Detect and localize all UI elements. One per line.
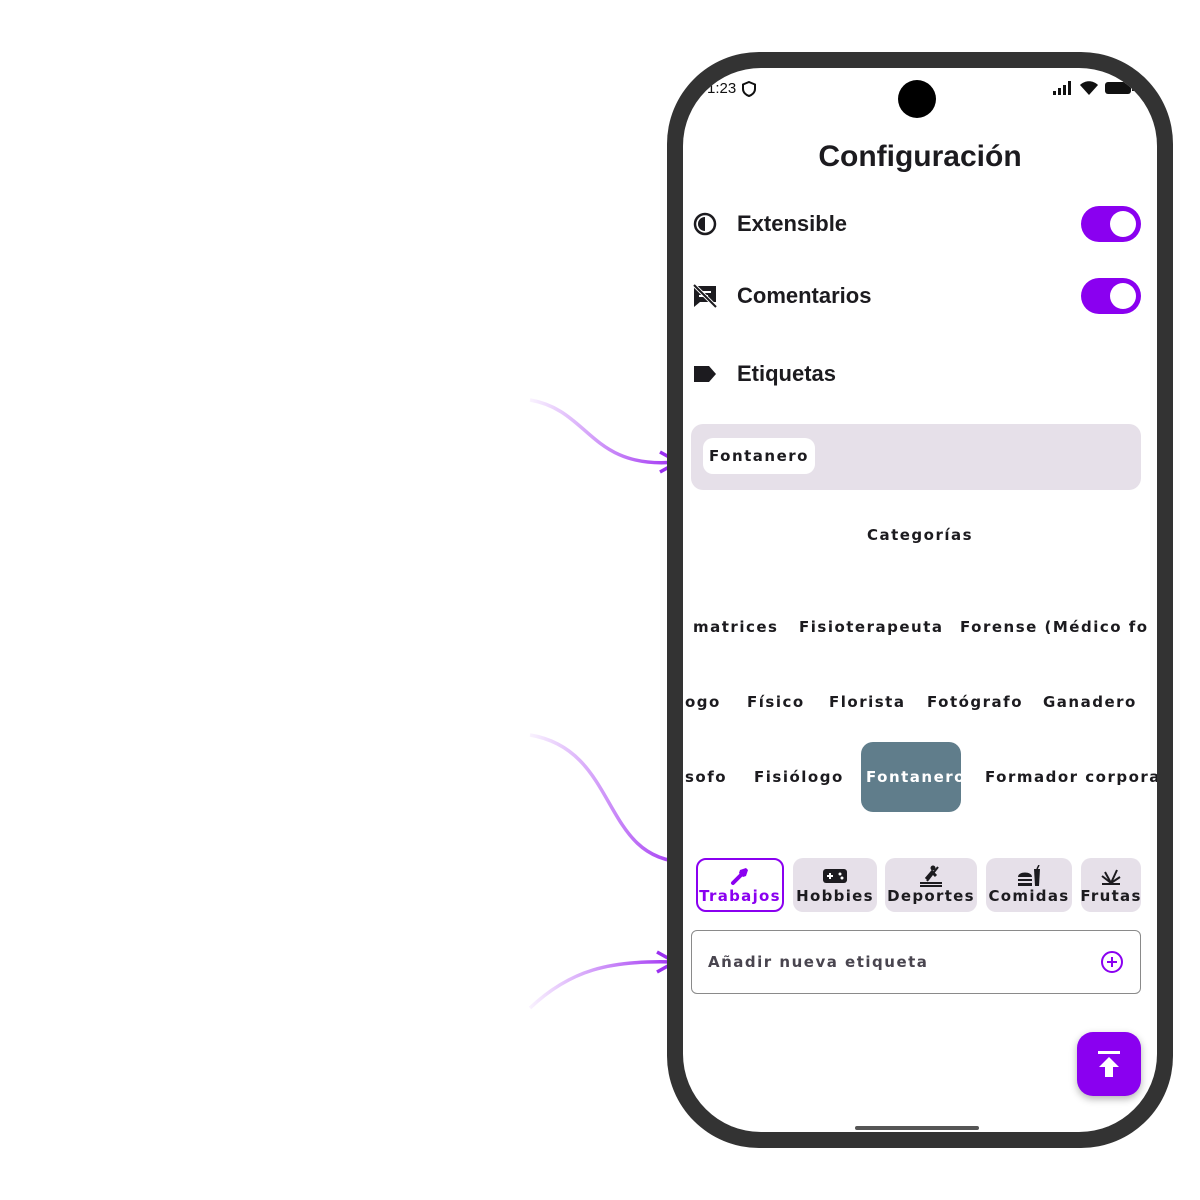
setting-etiquetas-label: Etiquetas <box>737 361 837 386</box>
comments-disabled-icon <box>691 282 719 310</box>
arrow-to-input <box>528 960 675 1010</box>
category-row: ogo Físico Florista Fotógrafo Ganadero <box>683 667 1157 737</box>
category-item[interactable]: Físico <box>747 667 805 737</box>
category-item-selected[interactable]: Fontanero <box>861 742 964 812</box>
setting-etiquetas: Etiquetas <box>691 354 1141 394</box>
new-tag-field[interactable]: Añadir nueva etiqueta <box>691 930 1141 994</box>
tab-deportes[interactable]: Deportes <box>885 858 977 912</box>
status-icons <box>1053 80 1135 96</box>
tab-comidas[interactable]: Comidas <box>986 858 1072 912</box>
extensible-toggle[interactable] <box>1081 206 1141 242</box>
add-circle-icon[interactable] <box>1100 950 1124 974</box>
tab-label: Hobbies <box>796 887 874 905</box>
selected-tag-chip[interactable]: Fontanero <box>703 438 815 474</box>
categories-title: Categorías <box>866 526 974 544</box>
wrench-icon <box>730 865 750 887</box>
category-item[interactable]: sofo <box>685 742 727 812</box>
gamepad-icon <box>822 865 848 887</box>
category-item[interactable]: Ganadero <box>1043 667 1137 737</box>
category-item[interactable]: Fotógrafo <box>927 667 1023 737</box>
category-item[interactable]: Fisiólogo <box>754 742 844 812</box>
contrast-icon <box>691 210 719 238</box>
home-indicator[interactable] <box>855 1126 979 1130</box>
arrow-to-category-tabs <box>529 733 686 864</box>
shield-icon <box>742 80 757 97</box>
status-time: 1:23 <box>707 80 757 97</box>
phone-frame: 1:23 Configuración Extensible Comentario… <box>667 52 1173 1148</box>
tab-hobbies[interactable]: Hobbies <box>793 858 877 912</box>
tab-label: Trabajos <box>699 887 781 905</box>
upload-icon <box>1098 1051 1120 1077</box>
selected-tags-area: Fontanero <box>691 424 1141 490</box>
rowing-icon <box>918 865 944 887</box>
category-item[interactable]: Formador corpora <box>985 742 1157 812</box>
category-row: matrices Fisioterapeuta Forense (Médico … <box>683 592 1157 662</box>
app-screen: 1:23 Configuración Extensible Comentario… <box>683 68 1157 1132</box>
new-tag-placeholder: Añadir nueva etiqueta <box>708 953 929 971</box>
wifi-icon <box>1080 81 1098 95</box>
category-item[interactable]: Florista <box>829 667 905 737</box>
category-row: sofo Fisiólogo Fontanero Formador corpor… <box>683 742 1157 812</box>
label-icon <box>691 360 719 388</box>
arrow-to-tags <box>529 398 677 465</box>
scroll-top-button[interactable] <box>1077 1032 1141 1096</box>
food-icon <box>1016 865 1042 887</box>
category-item[interactable]: ogo <box>685 667 721 737</box>
setting-extensible-label: Extensible <box>737 211 848 236</box>
setting-extensible: Extensible <box>691 204 1141 244</box>
annotation-arrows <box>528 398 690 1010</box>
fruit-icon <box>1099 865 1123 887</box>
tab-label: Frutas <box>1081 887 1141 905</box>
toggle-knob <box>1110 283 1136 309</box>
camera-cutout <box>898 80 936 118</box>
comentarios-toggle[interactable] <box>1081 278 1141 314</box>
page-title: Configuración <box>818 140 1022 173</box>
tab-trabajos[interactable]: Trabajos <box>696 858 784 912</box>
category-item[interactable]: matrices <box>693 592 778 662</box>
tab-label: Comidas <box>988 887 1070 905</box>
setting-comentarios-label: Comentarios <box>737 283 872 308</box>
category-item[interactable]: Fisioterapeuta <box>799 592 944 662</box>
signal-icon <box>1053 81 1071 95</box>
tab-frutas[interactable]: Frutas <box>1081 858 1141 912</box>
setting-comentarios: Comentarios <box>691 276 1141 316</box>
category-item[interactable]: Forense (Médico fo <box>960 592 1149 662</box>
battery-icon <box>1105 82 1135 94</box>
tab-label: Deportes <box>887 887 975 905</box>
toggle-knob <box>1110 211 1136 237</box>
